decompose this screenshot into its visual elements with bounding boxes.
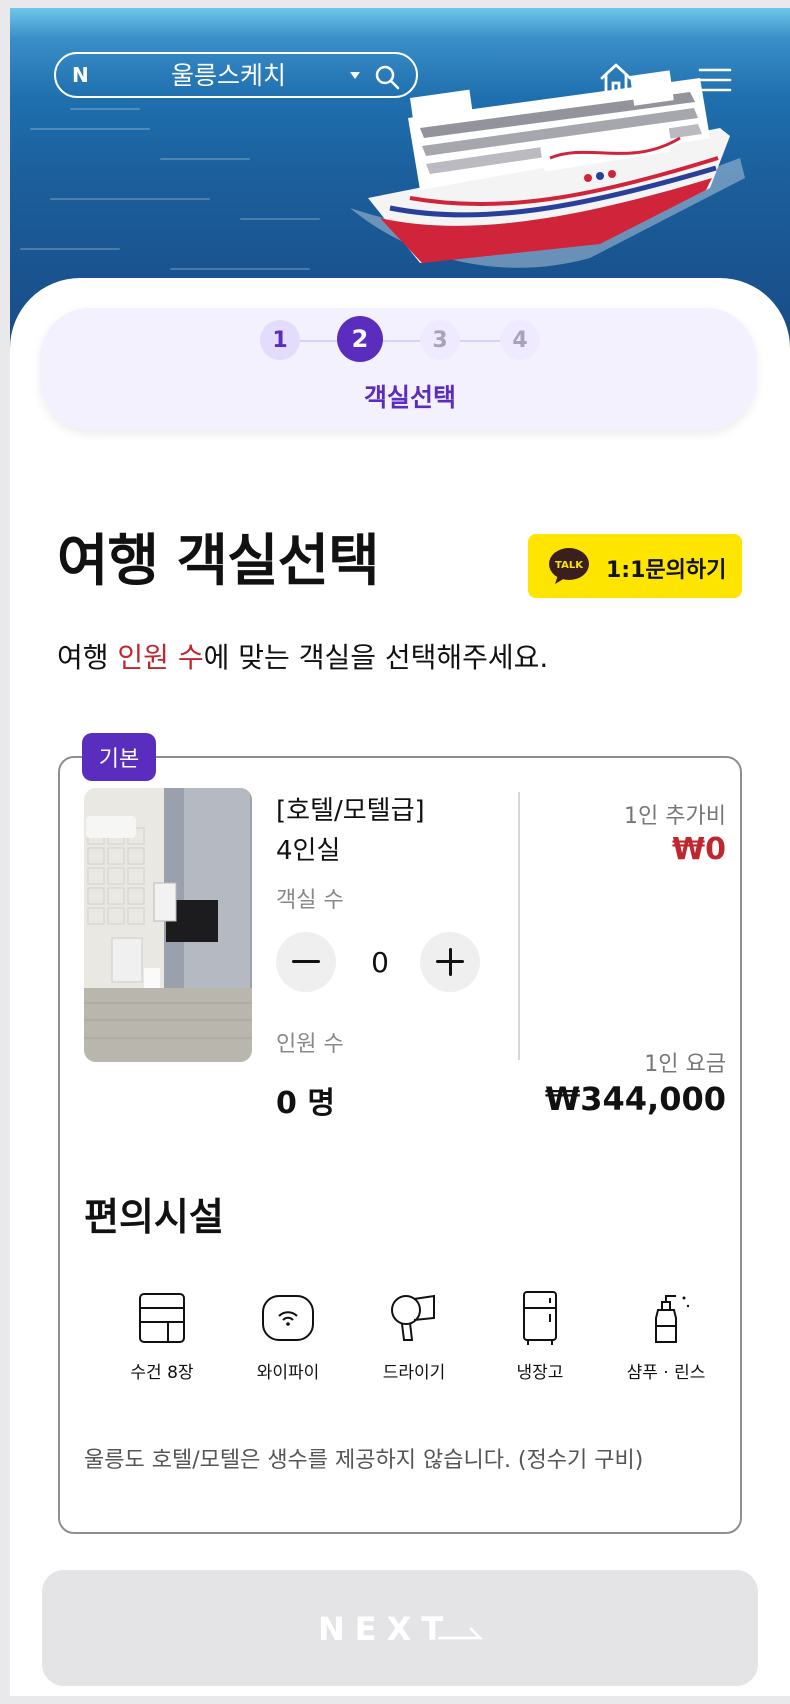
room-type: [호텔/모텔급]	[276, 796, 425, 826]
page-title: 여행 객실선택	[57, 529, 380, 594]
amenity-hair-dryer: 드라이기	[354, 1288, 474, 1383]
extra-fee-value: ₩0	[672, 832, 726, 867]
people-count-label: 인원 수	[276, 1032, 344, 1057]
amenity-refrigerator: 냉장고	[480, 1288, 600, 1383]
hamburger-menu-icon[interactable]	[698, 66, 732, 94]
amenity-wifi: 와이파이	[228, 1288, 348, 1383]
home-icon[interactable]	[598, 60, 634, 96]
extra-fee-label: 1인 추가비	[624, 804, 726, 829]
water-notice: 울릉도 호텔/모텔은 생수를 제공하지 않습니다. (정수기 구비)	[84, 1448, 644, 1473]
step-2-active[interactable]: 2	[337, 316, 383, 362]
per-person-price-label: 1인 요금	[644, 1052, 726, 1077]
room-count-value: 0	[371, 946, 389, 979]
search-text[interactable]: 울릉스케치	[171, 62, 286, 90]
amenity-shampoo: 샴푸 · 린스	[606, 1288, 726, 1383]
page: N 울릉스케치 1 2 3 4 객실선택 여행 객실선택 TALK 1:1문의하…	[10, 8, 790, 1696]
room-capacity: 4인실	[276, 836, 341, 866]
towel-icon	[139, 1293, 185, 1343]
arrow-right-icon	[438, 1627, 484, 1640]
step-3: 3	[420, 320, 460, 360]
step-connector	[300, 340, 337, 342]
next-button-label: NEXT	[318, 1610, 454, 1648]
svg-text:TALK: TALK	[555, 560, 584, 571]
next-button[interactable]: NEXT	[42, 1570, 758, 1686]
step-4: 4	[500, 320, 540, 360]
search-icon[interactable]	[374, 64, 400, 90]
step-connector	[383, 340, 420, 342]
step-connector	[460, 340, 500, 342]
step-1[interactable]: 1	[260, 320, 300, 360]
naver-logo: N	[72, 63, 89, 87]
wifi-icon	[262, 1295, 314, 1341]
hair-dryer-icon	[391, 1294, 435, 1341]
refrigerator-icon	[523, 1291, 557, 1345]
shampoo-icon	[655, 1295, 690, 1343]
room-photo[interactable]	[84, 788, 252, 1062]
people-count-value: 0 명	[276, 1086, 335, 1121]
decrease-room-button[interactable]	[276, 932, 336, 992]
room-badge: 기본	[82, 733, 156, 781]
kakao-talk-inquiry-button[interactable]: TALK 1:1문의하기	[528, 534, 742, 598]
per-person-price-value: ₩344,000	[544, 1080, 726, 1118]
page-subtitle: 여행 인원 수에 맞는 객실을 선택해주세요.	[57, 641, 549, 674]
room-count-label: 객실 수	[276, 888, 344, 913]
kakao-talk-label: 1:1문의하기	[606, 558, 727, 583]
increase-room-button[interactable]	[420, 932, 480, 992]
chevron-down-icon[interactable]	[350, 72, 360, 79]
subtitle-highlight: 인원 수	[117, 641, 204, 674]
card-divider	[518, 792, 520, 1060]
step-label: 객실선택	[363, 383, 456, 412]
amenity-towel: 수건 8장	[102, 1288, 222, 1383]
amenities-title: 편의시설	[84, 1195, 224, 1239]
kakao-talk-icon: TALK	[549, 548, 589, 584]
search-bar[interactable]: N 울릉스케치	[54, 52, 418, 98]
